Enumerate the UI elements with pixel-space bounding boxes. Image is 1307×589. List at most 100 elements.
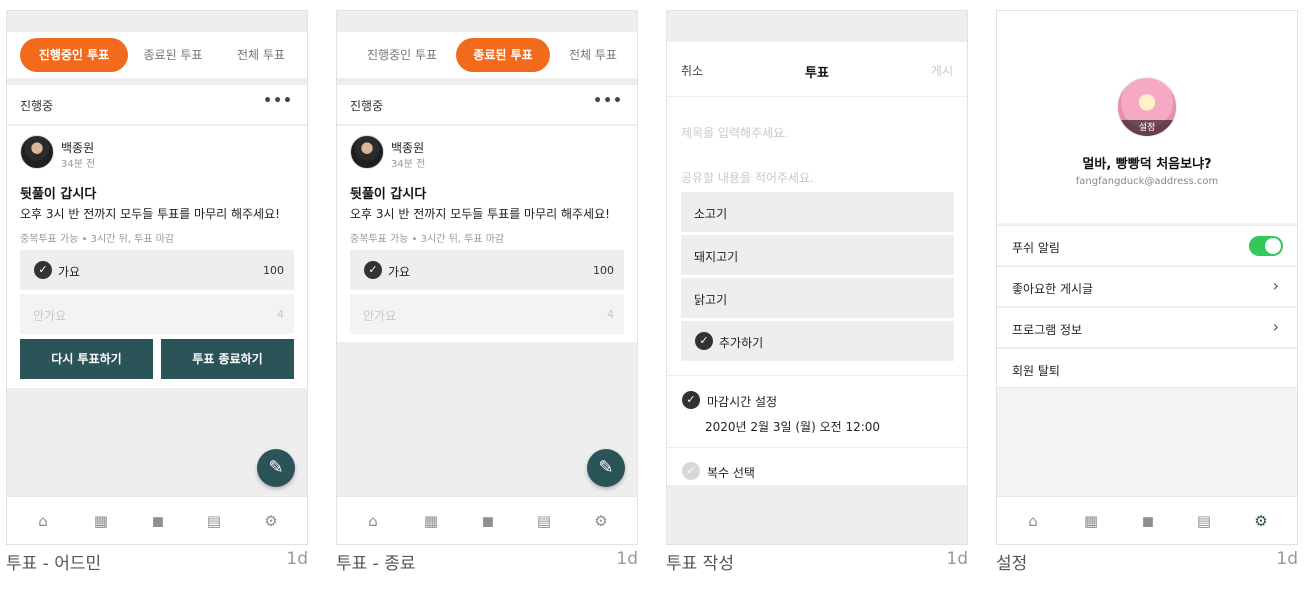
compose-header: 취소 투표 게시 bbox=[667, 42, 967, 96]
liked-posts-row[interactable]: 좋아요한 게시글 › bbox=[997, 266, 1297, 306]
screen-caption: 설정 1d bbox=[996, 549, 1298, 575]
calendar-icon[interactable]: ▦ bbox=[91, 511, 111, 531]
vote-option-label: 안가요 bbox=[363, 309, 397, 323]
compose-form: 제목을 입력해주세요. 공유할 내용을 적어주세요. 소고기 돼지고기 닭고기 … bbox=[667, 97, 967, 485]
add-option-label: 추가하기 bbox=[719, 336, 764, 350]
vote-option[interactable]: ✓ 가요 100 bbox=[350, 250, 624, 290]
program-info-row[interactable]: 프로그램 정보 › bbox=[997, 307, 1297, 347]
vote-option-input[interactable]: 소고기 bbox=[681, 192, 954, 232]
gear-icon[interactable]: ⚙ bbox=[1251, 511, 1271, 531]
home-icon[interactable]: ⌂ bbox=[363, 511, 383, 531]
check-icon[interactable]: ✓ bbox=[682, 462, 700, 480]
divider bbox=[667, 375, 967, 376]
publish-button[interactable]: 게시 bbox=[931, 62, 953, 79]
tab-ended-votes[interactable]: 종료된 투표 bbox=[133, 38, 213, 72]
vote-tabbar: 진행중인 투표 종료된 투표 전체 투표 bbox=[337, 32, 637, 78]
bottom-nav: ⌂ ▦ ◼ ▤ ⚙ bbox=[997, 496, 1297, 544]
tab-ended-votes[interactable]: 종료된 투표 bbox=[456, 38, 550, 72]
vote-option-count: 4 bbox=[607, 308, 614, 321]
vote-option-label: 가요 bbox=[58, 265, 81, 279]
vote-option-input[interactable]: 닭고기 bbox=[681, 278, 954, 318]
more-icon[interactable]: ••• bbox=[263, 93, 293, 109]
section-title: 진행중 bbox=[350, 99, 384, 113]
calendar-icon[interactable]: ▦ bbox=[1081, 511, 1101, 531]
section-header: 진행중 ••• bbox=[337, 85, 637, 125]
pencil-icon[interactable]: ✎ bbox=[257, 449, 295, 487]
section-title: 진행중 bbox=[20, 99, 54, 113]
post-title: 뒷풀이 갑시다 bbox=[350, 187, 427, 202]
avatar-settings-badge: 설정 bbox=[1118, 120, 1176, 136]
settings-row-label: 프로그램 정보 bbox=[1012, 323, 1083, 337]
bottom-nav: ⌂ ▦ ◼ ▤ ⚙ bbox=[337, 496, 637, 544]
profile-section: 설정 멀바, 빵빵덕 처음보냐? fangfangduck@address.co… bbox=[997, 11, 1297, 223]
check-icon[interactable]: ✓ bbox=[682, 391, 700, 409]
gear-icon[interactable]: ⚙ bbox=[261, 511, 281, 531]
caption-age: 1d bbox=[946, 549, 968, 569]
vote-option[interactable]: 안가요 4 bbox=[350, 294, 624, 334]
settings-screen: 설정 멀바, 빵빵덕 처음보냐? fangfangduck@address.co… bbox=[996, 10, 1298, 545]
vote-option[interactable]: ✓ 가요 100 bbox=[20, 250, 294, 290]
caption-age: 1d bbox=[1276, 549, 1298, 569]
gear-icon[interactable]: ⚙ bbox=[591, 511, 611, 531]
section-header: 진행중 ••• bbox=[7, 85, 307, 125]
post-meta: 중복투표 가능 • 3시간 뒤, 투표 마감 bbox=[20, 234, 175, 245]
vote-option[interactable]: 안가요 4 bbox=[20, 294, 294, 334]
content-input[interactable]: 공유할 내용을 적어주세요. bbox=[681, 169, 814, 186]
post-time: 34분 전 bbox=[61, 159, 96, 170]
profile-name: 멀바, 빵빵덕 처음보냐? bbox=[1082, 157, 1212, 172]
vote-option-label: 가요 bbox=[388, 265, 411, 279]
calendar-icon[interactable]: ▦ bbox=[421, 511, 441, 531]
screen-caption: 투표 - 어드민 1d bbox=[6, 549, 308, 575]
push-notification-row: 푸쉬 알림 bbox=[997, 225, 1297, 265]
tab-all-votes[interactable]: 전체 투표 bbox=[559, 38, 627, 72]
title-input[interactable]: 제목을 입력해주세요. bbox=[681, 124, 788, 141]
check-icon: ✓ bbox=[695, 332, 713, 350]
chevron-right-icon: › bbox=[1272, 276, 1279, 295]
toggle-knob bbox=[1265, 238, 1281, 254]
document-icon[interactable]: ▤ bbox=[204, 511, 224, 531]
avatar bbox=[350, 135, 384, 169]
vote-compose-screen: 취소 투표 게시 제목을 입력해주세요. 공유할 내용을 적어주세요. 소고기 … bbox=[666, 10, 968, 545]
caption-age: 1d bbox=[616, 549, 638, 569]
vote-option-label: 안가요 bbox=[33, 309, 67, 323]
post-time: 34분 전 bbox=[391, 159, 426, 170]
bag-icon[interactable]: ◼ bbox=[148, 511, 168, 531]
vote-option-count: 100 bbox=[593, 264, 614, 277]
page-title: 투표 bbox=[805, 66, 829, 81]
tab-ongoing-votes[interactable]: 진행중인 투표 bbox=[357, 38, 447, 72]
post-meta: 중복투표 가능 • 3시간 뒤, 투표 마감 bbox=[350, 234, 505, 245]
caption-name[interactable]: 투표 - 어드민 bbox=[6, 549, 101, 574]
author-name: 백종원 bbox=[61, 141, 95, 155]
bag-icon[interactable]: ◼ bbox=[1138, 511, 1158, 531]
caption-name[interactable]: 설정 bbox=[996, 549, 1027, 574]
tab-ongoing-votes[interactable]: 진행중인 투표 bbox=[20, 38, 128, 72]
bag-icon[interactable]: ◼ bbox=[478, 511, 498, 531]
tab-all-votes[interactable]: 전체 투표 bbox=[225, 38, 297, 72]
avatar[interactable]: 설정 bbox=[1117, 77, 1177, 137]
withdraw-row[interactable]: 회원 탈퇴 bbox=[997, 348, 1297, 388]
vote-option-input[interactable]: 돼지고기 bbox=[681, 235, 954, 275]
vote-option-label: 닭고기 bbox=[694, 293, 728, 307]
avatar bbox=[20, 135, 54, 169]
vote-option-label: 돼지고기 bbox=[694, 250, 739, 264]
revote-button[interactable]: 다시 투표하기 bbox=[20, 339, 153, 379]
document-icon[interactable]: ▤ bbox=[1194, 511, 1214, 531]
document-icon[interactable]: ▤ bbox=[534, 511, 554, 531]
caption-name[interactable]: 투표 - 종료 bbox=[336, 549, 416, 574]
post-body: 오후 3시 반 전까지 모두들 투표를 마무리 해주세요! bbox=[350, 207, 610, 221]
caption-age: 1d bbox=[286, 549, 308, 569]
add-option-button[interactable]: ✓ 추가하기 bbox=[681, 321, 954, 361]
bottom-nav: ⌂ ▦ ◼ ▤ ⚙ bbox=[7, 496, 307, 544]
end-vote-button[interactable]: 투표 종료하기 bbox=[161, 339, 294, 379]
home-icon[interactable]: ⌂ bbox=[33, 511, 53, 531]
caption-name[interactable]: 투표 작성 bbox=[666, 549, 734, 574]
more-icon[interactable]: ••• bbox=[593, 93, 623, 109]
push-notification-label: 푸쉬 알림 bbox=[1012, 241, 1060, 255]
author-name: 백종원 bbox=[391, 141, 425, 155]
vote-option-label: 소고기 bbox=[694, 207, 728, 221]
push-notification-toggle[interactable] bbox=[1249, 236, 1283, 256]
deadline-value[interactable]: 2020년 2월 3일 (월) 오전 12:00 bbox=[705, 418, 880, 435]
pencil-icon[interactable]: ✎ bbox=[587, 449, 625, 487]
settings-row-label: 좋아요한 게시글 bbox=[1012, 282, 1094, 296]
home-icon[interactable]: ⌂ bbox=[1023, 511, 1043, 531]
